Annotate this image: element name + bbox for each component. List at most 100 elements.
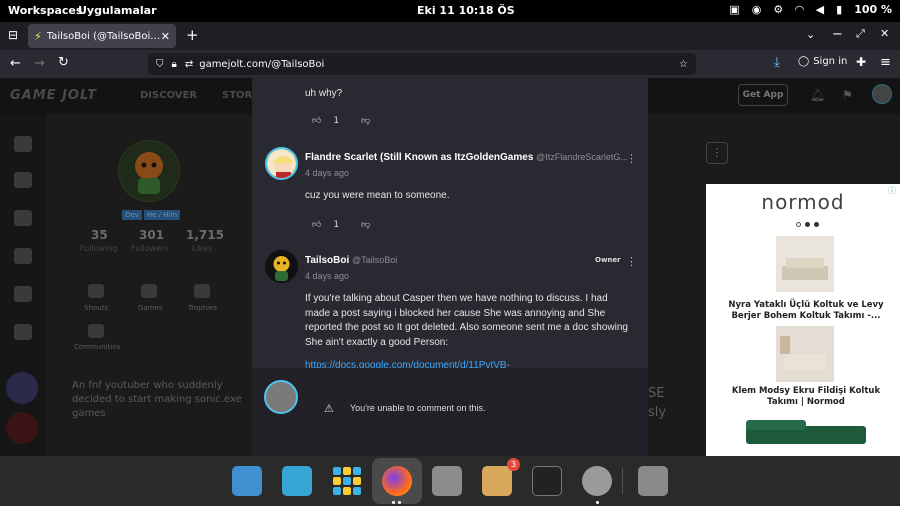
ad-brand[interactable]: normod [706, 190, 900, 214]
store-link[interactable]: STOR [222, 90, 252, 101]
sidebar-chart-icon[interactable] [14, 248, 32, 264]
ad-product-title[interactable]: Nyra Yataklı Üçlü Koltuk ve Levy Berjer … [716, 300, 896, 322]
extensions-icon[interactable]: ✚ [856, 56, 866, 68]
dock-search-icon[interactable] [282, 466, 312, 496]
dock-usb-icon[interactable] [638, 466, 668, 496]
like-count[interactable]: 1 [333, 220, 339, 230]
permissions-icon[interactable]: ⇄ [185, 59, 193, 70]
system-tray[interactable]: ▣ ◉ ⚙ ◠ ◀ ▮ 100 % [729, 3, 892, 16]
side-text: sly [648, 405, 667, 420]
sidebar-backpack-icon[interactable] [14, 210, 32, 226]
menu-icon[interactable]: ≡ [880, 56, 891, 69]
maximize-icon[interactable]: ⤢ [856, 28, 865, 39]
url-text[interactable]: gamejolt.com/@TailsoBoi [199, 59, 679, 70]
flandre-avatar-image [267, 149, 296, 178]
comment-author[interactable]: TailsoBoi @TailsoBoi [305, 255, 397, 266]
clock[interactable]: Eki 11 10:18 ÖS [417, 4, 515, 17]
reload-icon[interactable]: ↻ [58, 56, 69, 69]
screen-icon[interactable]: ▣ [729, 3, 739, 16]
shouts-icon[interactable] [88, 284, 104, 298]
dock-firefox-icon[interactable] [382, 466, 412, 496]
close-icon[interactable]: ✕ [161, 30, 170, 43]
ad-panel[interactable]: ⓘ normod Nyra Yataklı Üçlü Koltuk ve Lev… [706, 184, 900, 456]
sidebar-library-icon[interactable] [14, 324, 32, 340]
dock-store-icon[interactable] [482, 466, 512, 496]
ad-product-image[interactable] [776, 326, 834, 382]
ad-carousel-dots[interactable] [796, 222, 819, 227]
bookmark-star-icon[interactable]: ☆ [679, 59, 688, 70]
new-tab-icon[interactable]: + [186, 28, 199, 43]
ad-product-image[interactable] [776, 236, 834, 292]
comment-date[interactable]: 4 days ago [305, 271, 349, 281]
shield-icon[interactable]: ⛉ [156, 59, 164, 70]
ad-product-title[interactable]: Klem Modsy Ekru Fildişi Koltuk Takımı | … [716, 386, 896, 408]
lock-icon[interactable]: 🔒︎ [172, 59, 177, 70]
dock-terminal-icon[interactable] [532, 466, 562, 496]
window-close-icon[interactable]: ✕ [880, 28, 889, 39]
sidebar-community-avatar[interactable] [6, 412, 38, 444]
following-count[interactable]: 35 [91, 228, 108, 242]
comment-date[interactable]: 4 days ago [305, 168, 349, 178]
likes-label[interactable]: Likes [192, 244, 212, 253]
comment-menu-icon[interactable]: ⋮ [626, 256, 637, 267]
more-options-icon[interactable]: ⋮ [706, 142, 728, 164]
comment-menu-icon[interactable]: ⋮ [626, 153, 637, 164]
author-name[interactable]: Flandre Scarlet (Still Known as ItzGolde… [305, 152, 533, 163]
author-name[interactable]: TailsoBoi [305, 255, 349, 266]
ad-product-image[interactable] [742, 416, 870, 452]
comments-list[interactable]: uh why? 👍︎ 1 👎︎ Flandre Scarlet (Still K… [252, 78, 648, 368]
tab-trophies[interactable]: Trophies [188, 304, 217, 312]
apps-button[interactable]: Uygulamalar [78, 4, 157, 17]
tab-overview-icon[interactable]: ⊟ [8, 29, 18, 41]
workspaces-button[interactable]: Workspaces [8, 4, 82, 17]
whatsapp-icon[interactable]: ◉ [752, 3, 762, 16]
thumbs-up-icon[interactable]: 👍︎ [312, 116, 321, 126]
sidebar-realms-icon[interactable] [14, 136, 32, 152]
author-handle[interactable]: @TailsoBoi [352, 255, 397, 265]
sign-in-button[interactable]: ◯ Sign in [798, 56, 847, 67]
profile-avatar-image [119, 141, 179, 201]
following-label[interactable]: Following [80, 244, 117, 253]
browser-tab[interactable]: ⚡ TailsoBoi (@TailsoBoi) - Ga ✕ [28, 24, 176, 48]
discover-link[interactable]: DISCOVER [140, 90, 197, 101]
sidebar-store-icon[interactable] [14, 172, 32, 188]
likes-count[interactable]: 1,715 [186, 228, 224, 242]
games-icon[interactable] [141, 284, 157, 298]
back-icon[interactable]: ← [10, 57, 21, 70]
dock-apps-grid-icon[interactable] [332, 466, 362, 496]
quests-icon[interactable]: ⚑ [842, 88, 853, 102]
followers-label[interactable]: Followers [131, 244, 168, 253]
steam-icon[interactable]: ⚙ [773, 3, 783, 16]
comment-link[interactable]: https://docs.google.com/document/d/11Pvt… [305, 359, 635, 368]
tab-shouts[interactable]: Shouts [84, 304, 108, 312]
downloads-icon[interactable]: ⤓ [774, 56, 780, 69]
user-avatar[interactable] [872, 84, 892, 104]
comment-avatar[interactable] [265, 147, 298, 180]
tab-communities[interactable]: Communities [74, 343, 120, 351]
comment-author[interactable]: Flandre Scarlet (Still Known as ItzGolde… [305, 152, 628, 163]
trophies-icon[interactable] [194, 284, 210, 298]
minimize-icon[interactable]: − [832, 28, 843, 41]
sidebar-chat-icon[interactable] [14, 286, 32, 302]
thumbs-down-icon[interactable]: 👎︎ [361, 220, 370, 230]
forward-icon[interactable]: → [34, 57, 45, 70]
dock-files-icon[interactable] [432, 466, 462, 496]
comment-avatar[interactable] [265, 250, 298, 283]
bell-icon[interactable]: 🔔︎ [810, 88, 825, 102]
battery-level: 100 % [854, 3, 892, 16]
sidebar-community-avatar[interactable] [6, 372, 38, 404]
gamejolt-favicon-icon: ⚡ [34, 29, 42, 43]
followers-count[interactable]: 301 [139, 228, 164, 242]
dock-settings-icon[interactable] [582, 466, 612, 496]
author-handle[interactable]: @ItzFlandreScarletG... [536, 152, 628, 162]
thumbs-down-icon[interactable]: 👎︎ [361, 116, 370, 126]
thumbs-up-icon[interactable]: 👍︎ [312, 220, 321, 230]
chevron-down-icon[interactable]: ⌄ [806, 29, 815, 40]
gamejolt-logo[interactable]: GAME JOLT [10, 88, 97, 103]
like-count[interactable]: 1 [333, 116, 339, 126]
url-bar[interactable]: ⛉ 🔒︎ ⇄ gamejolt.com/@TailsoBoi ☆ [148, 53, 696, 75]
communities-icon[interactable] [88, 324, 104, 338]
get-app-button[interactable]: Get App [738, 84, 788, 106]
dock-app-icon[interactable] [232, 466, 262, 496]
tab-games[interactable]: Games [138, 304, 163, 312]
